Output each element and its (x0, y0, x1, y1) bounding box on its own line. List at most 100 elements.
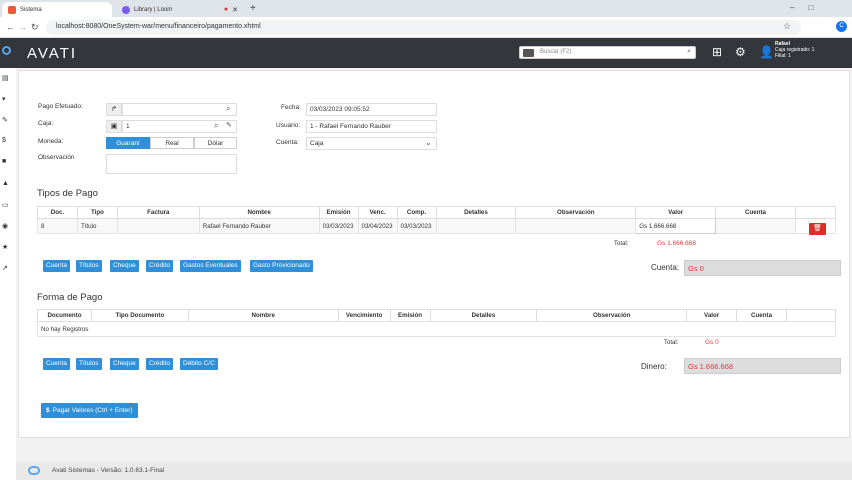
caja-input[interactable]: 1 (122, 120, 237, 133)
tipos-cuenta-value: Gs 0 (684, 260, 841, 276)
dinero-label: Dinero: (641, 362, 667, 371)
tipos-pago-table: Doc. Tipo Factura Nombre Emisión Venc. C… (37, 206, 837, 234)
usuario-label: Usuario: (276, 122, 301, 129)
gear-icon[interactable]: ⚙ (735, 45, 746, 59)
col-vencimiento: Vencimiento (337, 309, 391, 322)
footer-cloud-icon (28, 466, 40, 475)
window-controls[interactable]: ‒□ (790, 3, 827, 12)
col-nombre: Nombre (187, 309, 339, 322)
col-factura: Factura (116, 206, 200, 219)
browser-address-bar: ← → ↻ localhost:8080/OneSystem-war/menu/… (0, 17, 852, 38)
col-venc: Venc. (357, 206, 398, 219)
forma-titulos-button[interactable]: Títulos (76, 358, 102, 370)
browser-tab-sistema[interactable]: Sistema (2, 2, 112, 17)
forma-total-value: Gs 0 (705, 339, 719, 346)
tipos-total-label: Total: (614, 241, 629, 247)
col-emision: Emisión (318, 206, 359, 219)
table-header-row: Documento Tipo Documento Nombre Vencimie… (37, 309, 836, 322)
cloud-logo-icon (2, 46, 11, 55)
briefcase-icon: ▣ (106, 120, 122, 133)
tipos-total-value: Gs 1.666.668 (657, 240, 697, 247)
col-emision: Emisión (389, 309, 431, 322)
share-arrow-icon: ↱ (106, 103, 122, 116)
forma-pago-table: Documento Tipo Documento Nombre Vencimie… (37, 309, 836, 337)
tipos-cuenta-button[interactable]: Cuenta (43, 260, 70, 272)
caja-search-icon[interactable]: ⌕ (214, 121, 218, 131)
sidebar-monitor-icon[interactable]: ▭ (2, 201, 9, 209)
profile-avatar[interactable]: C (836, 21, 847, 32)
left-sidebar: ▤ ▾ ✎ $ ■ ▲ ▭ ◉ ★ ↗ (0, 68, 16, 480)
col-comp: Comp. (396, 206, 437, 219)
new-tab-icon[interactable]: + (250, 3, 256, 14)
moneda-real-button[interactable]: Real (150, 137, 194, 149)
browser-tab-loom[interactable]: Library | Loom ● ✕ (116, 2, 244, 17)
user-icon[interactable]: 👤 (759, 45, 774, 59)
sidebar-globe-icon[interactable]: ◉ (2, 222, 9, 230)
sidebar-print-icon[interactable]: ▤ (2, 74, 9, 82)
app-header: AVATI Buscar (F2) ⌕ ⊞ ⚙ 👤 Rafael Caja re… (0, 38, 852, 68)
sidebar-box-icon[interactable]: ■ (2, 158, 9, 165)
tipos-cuenta-label: Cuenta: (651, 263, 680, 272)
cuenta-label: Cuenta: (276, 139, 299, 146)
dollar-icon: $ (46, 407, 50, 414)
app-logo: AVATI (27, 45, 78, 62)
pagar-valores-button[interactable]: $ Pagar Valores (Ctrl + Enter) (41, 403, 138, 418)
sidebar-chart-icon[interactable]: ↗ (2, 264, 9, 272)
reload-icon[interactable]: ↻ (31, 22, 39, 33)
tipos-gastos-eventuales-button[interactable]: Gastos Eventuales (180, 260, 241, 272)
recording-dot-icon: ● (223, 6, 229, 13)
forma-total-label: Total: (664, 340, 679, 346)
col-nombre: Nombre (198, 206, 320, 219)
table-row[interactable]: 8 Título Rafael Fernando Rauber 03/03/20… (37, 218, 837, 234)
col-observacion: Observación (515, 206, 637, 219)
back-arrow-icon[interactable]: ← (6, 22, 15, 32)
observacion-textarea[interactable] (106, 154, 237, 174)
forma-cuenta-button[interactable]: Cuenta (43, 358, 70, 370)
forma-pago-title: Forma de Pago (37, 292, 103, 303)
keyboard-icon (523, 49, 534, 57)
user-info: Rafael Caja registrado: 1 Filial: 1 (775, 41, 815, 59)
usuario-input[interactable]: 1 - Rafael Fernando Rauber (306, 120, 437, 133)
forward-arrow-icon[interactable]: → (18, 22, 27, 32)
caja-label: Caja: (38, 120, 54, 127)
col-observacion: Observación (536, 309, 688, 322)
close-tab-icon[interactable]: ✕ (232, 6, 238, 14)
col-documento: Documento (37, 309, 92, 322)
moneda-dolar-button[interactable]: Dólar (194, 137, 237, 149)
forma-cheque-button[interactable]: Cheque (110, 358, 139, 370)
trash-icon: 🗑 (813, 225, 822, 232)
tipos-cheque-button[interactable]: Cheque (110, 260, 139, 272)
sidebar-money-icon[interactable]: $ (2, 137, 9, 144)
cuenta-select[interactable]: Caja (306, 137, 437, 150)
col-tipo: Tipo (76, 206, 118, 219)
sidebar-star-icon[interactable]: ★ (2, 243, 9, 251)
fecha-input[interactable]: 03/03/2023 09:05:52 (306, 103, 437, 116)
sidebar-cart-icon[interactable]: ▾ (2, 95, 9, 103)
search-input[interactable]: Buscar (F2) ⌕ (519, 46, 696, 59)
tipos-gasto-provicionado-button[interactable]: Gasto Provicionado (250, 260, 313, 272)
forma-debito-cc-button[interactable]: Débito C/C (180, 358, 218, 370)
delete-row-button[interactable]: 🗑 (809, 223, 826, 235)
dinero-value: Gs 1.666.668 (684, 358, 841, 374)
browser-tab-bar: Sistema Library | Loom ● ✕ + ‒□ (0, 0, 852, 17)
url-field[interactable]: localhost:8080/OneSystem-war/menu/financ… (46, 20, 801, 35)
tipos-titulos-button[interactable]: Títulos (76, 260, 102, 272)
caja-edit-icon[interactable]: ✎ (226, 121, 232, 129)
forma-credito-button[interactable]: Crédito (146, 358, 173, 370)
table-header-row: Doc. Tipo Factura Nombre Emisión Venc. C… (37, 206, 837, 219)
pago-efetuado-input[interactable] (122, 103, 237, 116)
tipos-pago-title: Tipos de Pago (37, 188, 98, 199)
bookmark-star-icon[interactable]: ☆ (783, 21, 791, 32)
col-valor: Valor (686, 309, 738, 322)
tipos-credito-button[interactable]: Crédito (146, 260, 173, 272)
chevron-down-icon[interactable]: ⌄ (425, 138, 432, 147)
sidebar-factory-icon[interactable]: ▲ (2, 180, 9, 187)
grid-apps-icon[interactable]: ⊞ (712, 45, 722, 59)
col-tipo-documento: Tipo Documento (90, 309, 189, 322)
footer: Avati Sistemas - Versão: 1.0.63.1-Final (16, 462, 852, 480)
footer-version: Avati Sistemas - Versão: 1.0.63.1-Final (52, 467, 165, 474)
sidebar-tools-icon[interactable]: ✎ (2, 116, 9, 124)
pago-search-icon[interactable]: ⌕ (226, 104, 230, 114)
col-valor: Valor (635, 206, 717, 219)
moneda-guarani-button[interactable]: Guaraní (106, 137, 150, 149)
